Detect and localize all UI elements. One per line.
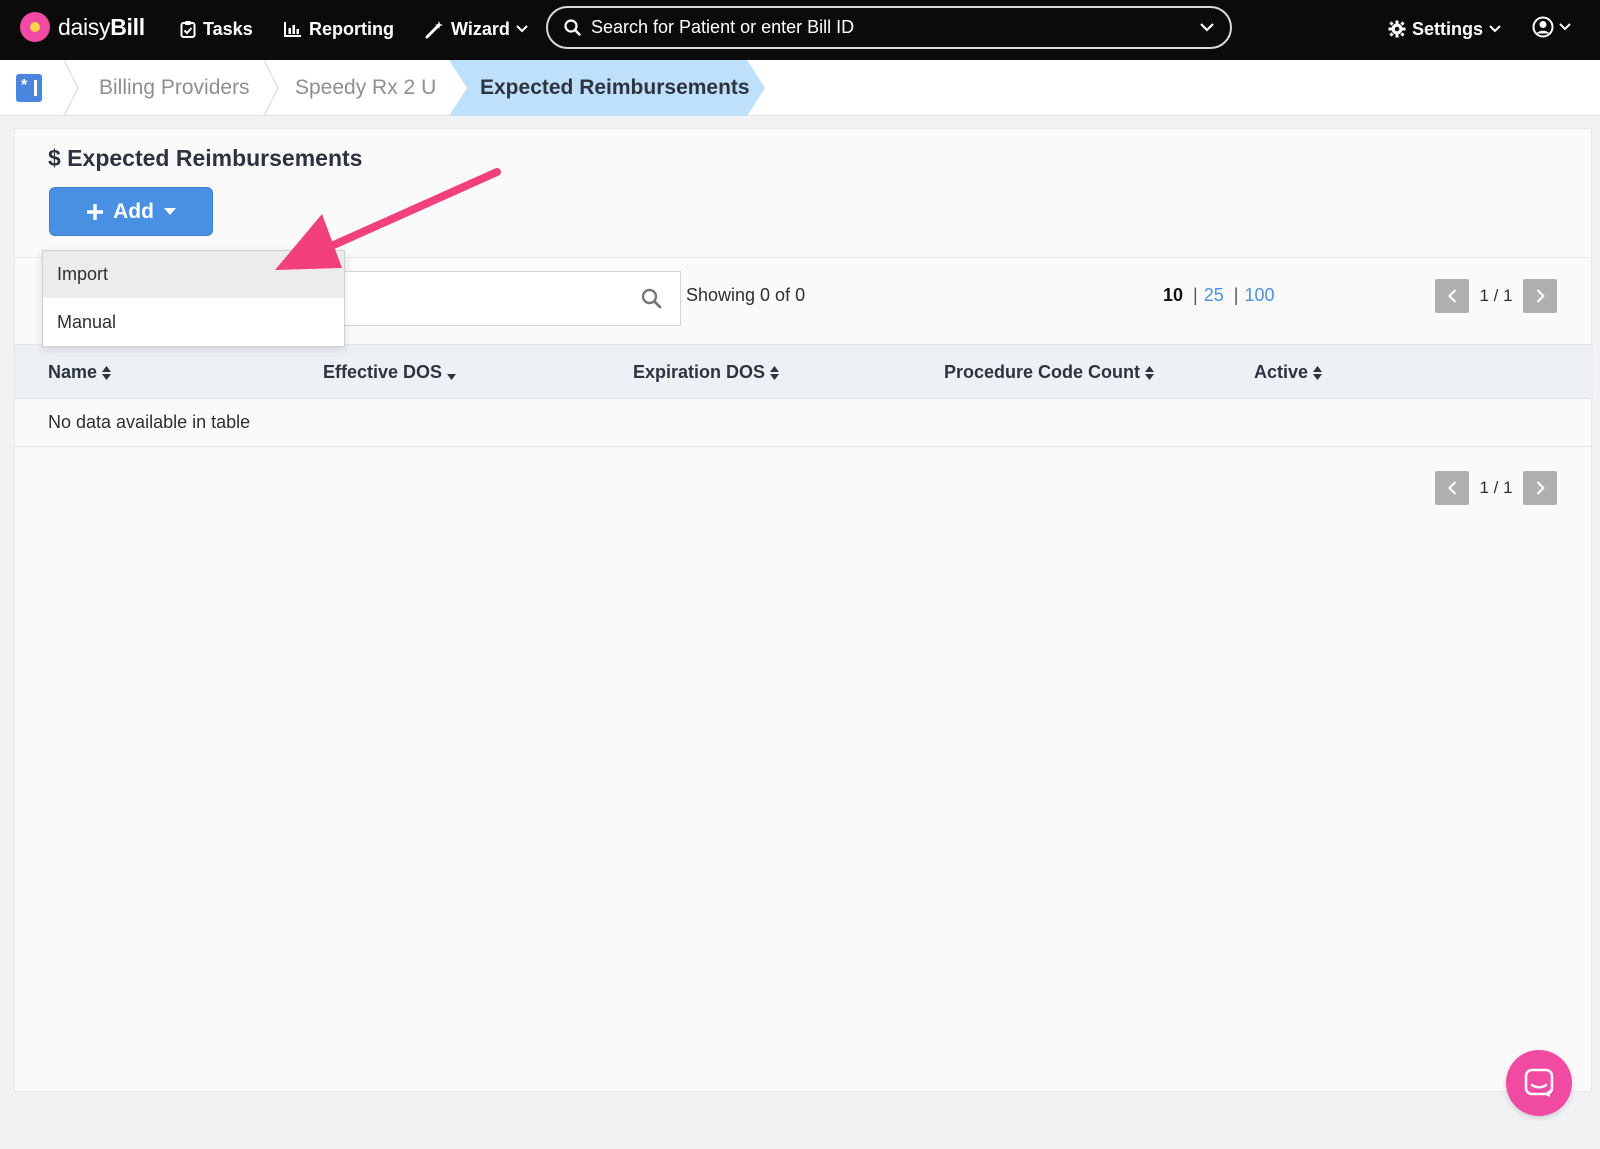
page-size-10[interactable]: 10 bbox=[1163, 285, 1183, 306]
column-name-label: Name bbox=[48, 362, 98, 382]
page-size-100[interactable]: 100 bbox=[1244, 285, 1274, 306]
nav-reporting[interactable]: Reporting bbox=[284, 14, 394, 44]
column-expiration-dos-label: Expiration DOS bbox=[633, 362, 766, 382]
nav-wizard[interactable]: Wizard bbox=[425, 14, 528, 44]
chat-button[interactable] bbox=[1506, 1050, 1572, 1116]
column-name[interactable]: Name bbox=[48, 345, 112, 400]
nav-settings[interactable]: Settings bbox=[1388, 14, 1507, 44]
column-expiration-dos[interactable]: Expiration DOS bbox=[633, 345, 780, 400]
sort-icon bbox=[1145, 365, 1155, 380]
sort-desc-icon bbox=[447, 373, 457, 380]
breadcrumb-separator bbox=[263, 60, 279, 116]
chevron-right-icon bbox=[1536, 481, 1545, 495]
pager-bottom: 1 / 1 bbox=[1435, 471, 1557, 505]
table-header: Name Effective DOS Expiration DOS Proced… bbox=[15, 344, 1593, 399]
home-icon[interactable] bbox=[16, 74, 42, 102]
prev-page-button[interactable] bbox=[1435, 471, 1469, 505]
pager-top: 1 / 1 bbox=[1435, 279, 1557, 313]
breadcrumb-active-label: Expected Reimbursements bbox=[480, 76, 750, 99]
column-procedure-code-count[interactable]: Procedure Code Count bbox=[944, 345, 1155, 400]
daisybill-logo[interactable]: daisyBill bbox=[20, 11, 145, 43]
patient-search-input[interactable]: Search for Patient or enter Bill ID bbox=[546, 6, 1232, 49]
search-icon bbox=[564, 19, 581, 36]
nav-settings-label: Settings bbox=[1412, 18, 1484, 39]
prev-page-button[interactable] bbox=[1435, 279, 1469, 313]
chat-icon bbox=[1524, 1068, 1554, 1097]
column-effective-dos-label: Effective DOS bbox=[323, 362, 443, 382]
chevron-down-icon bbox=[1489, 25, 1501, 33]
table-row: No data available in table bbox=[15, 399, 1593, 447]
flower-icon bbox=[20, 12, 50, 42]
nav-tasks[interactable]: Tasks bbox=[180, 14, 253, 44]
top-nav: daisyBill Tasks Reporting Wizard Search … bbox=[0, 0, 1600, 60]
column-active-label: Active bbox=[1254, 362, 1309, 382]
chevron-down-icon bbox=[516, 25, 528, 33]
showing-count: Showing 0 of 0 bbox=[686, 285, 806, 305]
chevron-right-icon bbox=[1536, 289, 1545, 303]
chevron-down-icon[interactable] bbox=[1200, 23, 1214, 32]
user-circle-icon bbox=[1532, 16, 1554, 38]
magic-wand-icon bbox=[425, 20, 443, 38]
nav-wizard-label: Wizard bbox=[451, 18, 510, 39]
user-menu[interactable] bbox=[1532, 16, 1571, 38]
search-icon bbox=[641, 288, 662, 309]
column-effective-dos[interactable]: Effective DOS bbox=[323, 345, 457, 400]
page-size-25[interactable]: 25 bbox=[1204, 285, 1224, 306]
sort-icon bbox=[102, 365, 112, 380]
caret-down-icon bbox=[163, 208, 176, 215]
next-page-button[interactable] bbox=[1523, 279, 1557, 313]
page-size-separator: | bbox=[1193, 285, 1198, 305]
sort-icon bbox=[1313, 365, 1323, 380]
menu-item-manual[interactable]: Manual bbox=[43, 299, 344, 346]
column-procedure-code-count-label: Procedure Code Count bbox=[944, 362, 1141, 382]
empty-table-message: No data available in table bbox=[48, 412, 251, 432]
plus-icon bbox=[87, 203, 104, 220]
page-size-separator: | bbox=[1233, 285, 1239, 305]
clipboard-check-icon bbox=[180, 21, 196, 38]
logo-text: daisyBill bbox=[58, 13, 145, 40]
chevron-left-icon bbox=[1447, 289, 1456, 303]
page-indicator: 1 / 1 bbox=[1479, 478, 1513, 497]
page-indicator: 1 / 1 bbox=[1479, 286, 1513, 305]
breadcrumb-billing-providers[interactable]: Billing Providers bbox=[99, 60, 250, 116]
breadcrumb-expected-reimbursements: Expected Reimbursements bbox=[449, 60, 765, 116]
breadcrumb-speedy-rx[interactable]: Speedy Rx 2 U bbox=[295, 60, 436, 116]
breadcrumb-separator bbox=[63, 60, 79, 116]
column-active[interactable]: Active bbox=[1254, 345, 1323, 400]
page-size-selector: 10 | 25 | 100 bbox=[1163, 285, 1274, 306]
gear-icon bbox=[1388, 20, 1406, 38]
add-button-label: Add bbox=[113, 199, 154, 223]
chevron-left-icon bbox=[1447, 481, 1456, 495]
nav-reporting-label: Reporting bbox=[309, 18, 394, 39]
chevron-down-icon bbox=[1559, 23, 1571, 31]
sort-icon bbox=[770, 365, 780, 380]
annotation-arrow bbox=[275, 168, 501, 270]
add-button[interactable]: Add bbox=[49, 187, 213, 236]
search-placeholder: Search for Patient or enter Bill ID bbox=[591, 17, 855, 37]
nav-tasks-label: Tasks bbox=[203, 18, 253, 39]
breadcrumb: Billing Providers Speedy Rx 2 U Expected… bbox=[0, 60, 1600, 116]
bar-chart-icon bbox=[284, 22, 301, 37]
next-page-button[interactable] bbox=[1523, 471, 1557, 505]
